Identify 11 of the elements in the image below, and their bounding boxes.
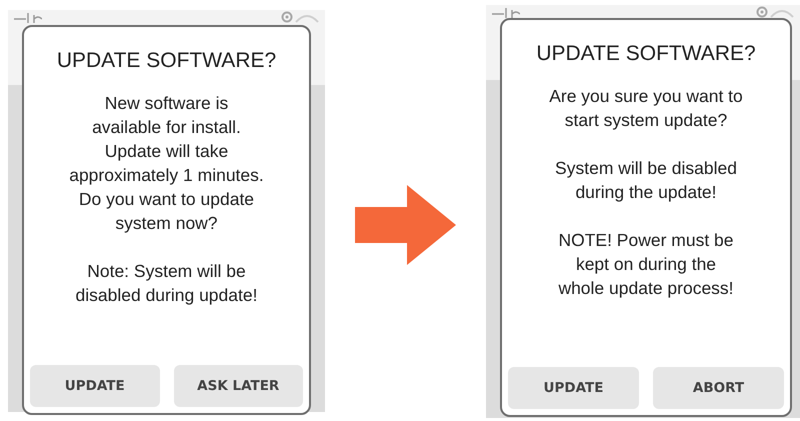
dialog-button[interactable]: ASK LATER [174,365,303,407]
dialog-title: UPDATE SOFTWARE? [56,49,276,73]
dialog-message: System will be disabled during the update! [555,157,737,204]
dialog-message: Note: System will be disabled during update! [76,260,258,307]
dialog-title: UPDATE SOFTWARE? [536,42,756,66]
dialog-button[interactable]: UPDATE [508,367,639,409]
dialog-message: New software is available for install. Update will take approximately 1 minutes. Do you want to update system now? [69,92,264,235]
dialog-message: NOTE! Power must be kept on during the whole update process! [558,229,734,300]
dialog-button[interactable]: UPDATE [30,365,160,407]
dialog-button[interactable]: ABORT [653,367,784,409]
dialog-message: Are you sure you want to start system update? [549,85,743,132]
